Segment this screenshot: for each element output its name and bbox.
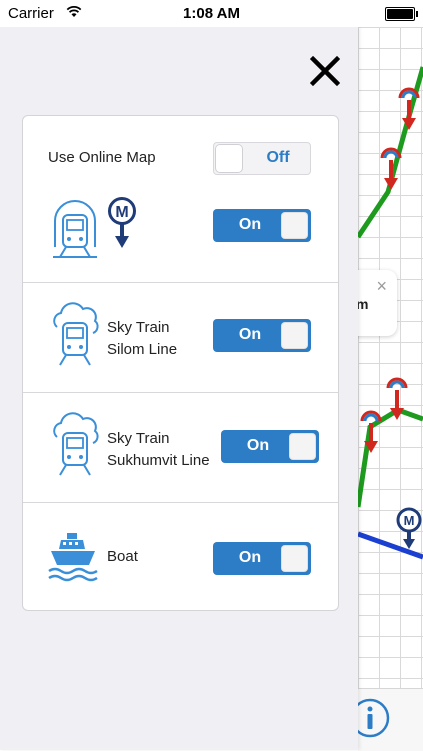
status-bar: Carrier 1:08 AM — [0, 0, 423, 27]
metro-marker-icon[interactable]: M — [396, 507, 422, 552]
sky-train-cloud-icon — [53, 412, 99, 476]
battery-icon — [385, 7, 418, 21]
sukhumvit-label-line2: Sukhumvit Line — [107, 452, 210, 469]
map-view[interactable]: M — [358, 27, 423, 750]
toggle-state: Off — [266, 149, 290, 166]
metro-m-icon: M — [108, 197, 136, 248]
toggle-state: On — [238, 216, 262, 233]
toggle-knob — [289, 433, 316, 460]
boat-label: Boat — [107, 548, 138, 565]
boat-icon — [48, 533, 98, 582]
station-marker-icon[interactable] — [358, 405, 384, 455]
sukhumvit-section: Sky Train Sukhumvit Line On — [23, 393, 338, 503]
boat-toggle[interactable]: On — [213, 542, 311, 575]
silom-label-line2: Silom Line — [107, 341, 178, 358]
boat-section: Boat On — [23, 503, 338, 610]
svg-text:M: M — [115, 204, 128, 221]
callout-close-icon[interactable]: × — [376, 276, 387, 297]
online-map-label: Use Online Map — [48, 149, 156, 166]
train-tower-icon — [53, 200, 97, 258]
toggle-state: On — [246, 437, 270, 454]
silom-toggle[interactable]: On — [213, 319, 311, 352]
online-map-section: Use Online Map Off M On — [23, 116, 338, 283]
toggle-state: On — [238, 549, 262, 566]
station-marker-icon[interactable] — [384, 372, 410, 422]
station-marker-icon[interactable] — [378, 142, 404, 192]
toggle-knob — [216, 145, 242, 172]
sukhumvit-label-line1: Sky Train — [107, 430, 170, 447]
station-marker-icon[interactable] — [396, 82, 422, 132]
svg-text:M: M — [404, 513, 415, 528]
toggle-knob — [281, 545, 308, 572]
toggle-knob — [281, 322, 308, 349]
sukhumvit-toggle[interactable]: On — [221, 430, 319, 463]
clock: 1:08 AM — [183, 5, 240, 22]
toggle-state: On — [238, 326, 262, 343]
layers-panel: Use Online Map Off M On Sky Train Silom … — [22, 115, 339, 611]
online-map-toggle[interactable]: Off — [213, 142, 311, 175]
silom-section: Sky Train Silom Line On — [23, 283, 338, 393]
metro-toggle[interactable]: On — [213, 209, 311, 242]
close-icon[interactable] — [310, 51, 340, 87]
toggle-knob — [281, 212, 308, 239]
layers-drawer: Use Online Map Off M On Sky Train Silom … — [0, 27, 358, 750]
sky-train-cloud-icon — [53, 302, 99, 366]
silom-label-line1: Sky Train — [107, 319, 170, 336]
